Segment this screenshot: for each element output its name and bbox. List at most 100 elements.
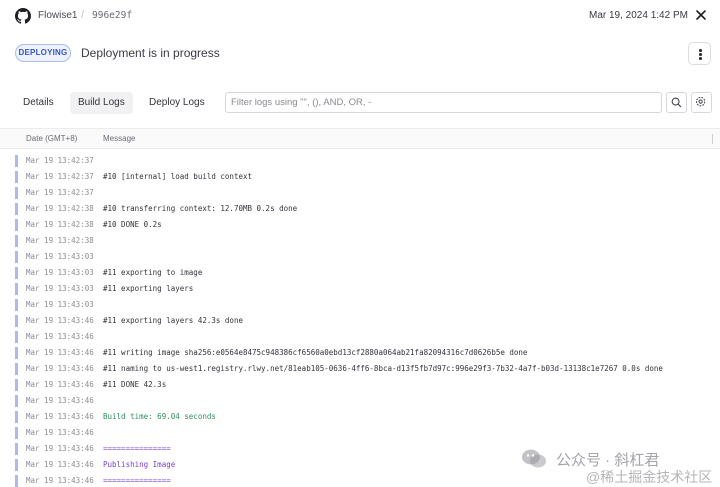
- log-date: Mar 19 13:42:38: [26, 204, 94, 213]
- column-resize-handle[interactable]: [712, 134, 713, 144]
- watermark-subtext: @稀土掘金技术社区: [586, 469, 713, 485]
- gear-icon: [695, 96, 706, 107]
- log-level-indicator: [15, 475, 18, 487]
- more-options-button[interactable]: [688, 42, 711, 65]
- log-row[interactable]: Mar 19 13:42:38: [0, 233, 720, 249]
- log-date: Mar 19 13:43:03: [26, 284, 94, 293]
- log-message: #11 writing image sha256:e0564e8475c9483…: [103, 348, 528, 357]
- log-row[interactable]: Mar 19 13:42:37: [0, 185, 720, 201]
- log-level-indicator: [15, 443, 18, 455]
- log-level-indicator: [15, 299, 18, 311]
- log-message: #11 DONE 42.3s: [103, 380, 167, 389]
- breadcrumb-separator: /: [81, 9, 85, 21]
- log-level-indicator: [15, 379, 18, 391]
- log-level-indicator: [15, 363, 18, 375]
- log-level-indicator: [15, 203, 18, 215]
- tab-deploy-logs[interactable]: Deploy Logs: [141, 92, 213, 114]
- log-date: Mar 19 13:43:46: [26, 348, 94, 357]
- log-date: Mar 19 13:42:38: [26, 236, 94, 245]
- log-row[interactable]: Mar 19 13:43:46 Build time: 69.04 seconds: [0, 409, 720, 425]
- log-row[interactable]: Mar 19 13:43:03: [0, 249, 720, 265]
- log-message: #11 exporting layers 42.3s done: [103, 316, 243, 325]
- log-message: #11 exporting layers: [103, 284, 194, 293]
- log-date: Mar 19 13:43:46: [26, 476, 94, 485]
- log-level-indicator: [15, 171, 18, 183]
- log-row[interactable]: Mar 19 13:42:38 #10 DONE 0.2s: [0, 217, 720, 233]
- log-list: Mar 19 13:42:37 Mar 19 13:42:37 #10 [inter…: [0, 153, 720, 487]
- log-row[interactable]: Mar 19 13:43:03 #11 exporting to image: [0, 265, 720, 281]
- log-message: Publishing Image: [103, 460, 176, 469]
- column-header-date[interactable]: Date (GMT+8): [26, 134, 77, 143]
- log-level-indicator: [15, 331, 18, 343]
- log-date: Mar 19 13:43:46: [26, 380, 94, 389]
- log-level-indicator: [15, 459, 18, 471]
- log-level-indicator: [15, 251, 18, 263]
- log-level-indicator: [15, 315, 18, 327]
- log-level-indicator: [15, 283, 18, 295]
- log-row[interactable]: Mar 19 13:42:37 #10 [internal] load build…: [0, 169, 720, 185]
- log-date: Mar 19 13:43:03: [26, 252, 94, 261]
- log-date: Mar 19 13:43:46: [26, 364, 94, 373]
- deployment-timestamp: Mar 19, 2024 1:42 PM: [589, 10, 688, 21]
- wechat-icon: [522, 449, 546, 468]
- log-level-indicator: [15, 155, 18, 167]
- log-date: Mar 19 13:43:46: [26, 428, 94, 437]
- top-bar: Flowise1 / 996e29f Mar 19, 2024 1:42 PM: [0, 0, 720, 34]
- tab-details[interactable]: Details: [15, 92, 62, 114]
- log-date: Mar 19 13:43:46: [26, 460, 94, 469]
- search-button[interactable]: [666, 92, 687, 113]
- log-date: Mar 19 13:43:46: [26, 444, 94, 453]
- log-date: Mar 19 13:43:03: [26, 300, 94, 309]
- log-message: #11 exporting to image: [103, 268, 203, 277]
- log-level-indicator: [15, 347, 18, 359]
- log-date: Mar 19 13:42:37: [26, 156, 94, 165]
- log-date: Mar 19 13:42:37: [26, 188, 94, 197]
- log-date: Mar 19 13:43:03: [26, 268, 94, 277]
- log-date: Mar 19 13:42:38: [26, 220, 94, 229]
- logs-table-header: Date (GMT+8) Message: [0, 128, 720, 149]
- log-row[interactable]: Mar 19 13:43:46 #11 DONE 42.3s: [0, 377, 720, 393]
- status-text: Deployment is in progress: [81, 46, 220, 60]
- column-header-message: Message: [103, 134, 136, 143]
- github-icon[interactable]: [15, 8, 31, 24]
- log-date: Mar 19 13:43:46: [26, 332, 94, 341]
- log-row[interactable]: Mar 19 13:43:03: [0, 297, 720, 313]
- project-name[interactable]: Flowise1: [38, 10, 77, 21]
- log-message: Build time: 69.04 seconds: [103, 412, 216, 421]
- log-date: Mar 19 13:42:37: [26, 172, 94, 181]
- status-badge: DEPLOYING: [15, 44, 71, 62]
- log-message: #10 DONE 0.2s: [103, 220, 162, 229]
- log-message: #10 [internal] load build context: [103, 172, 253, 181]
- more-vertical-icon: [699, 49, 702, 52]
- log-level-indicator: [15, 219, 18, 231]
- log-row[interactable]: Mar 19 13:42:38 #10 transferring context:…: [0, 201, 720, 217]
- log-message: #10 transferring context: 12.70MB 0.2s d…: [103, 204, 298, 213]
- log-row[interactable]: Mar 19 13:43:46: [0, 329, 720, 345]
- log-row[interactable]: Mar 19 13:43:46 #11 exporting layers 42.3…: [0, 313, 720, 329]
- search-icon: [671, 97, 682, 108]
- log-message: ===============: [103, 476, 171, 485]
- log-row[interactable]: Mar 19 13:43:46: [0, 425, 720, 441]
- log-row[interactable]: Mar 19 13:43:46: [0, 393, 720, 409]
- commit-hash[interactable]: 996e29f: [92, 10, 132, 21]
- log-level-indicator: [15, 187, 18, 199]
- log-message: ===============: [103, 444, 171, 453]
- filter-logs-input[interactable]: [225, 92, 662, 113]
- log-date: Mar 19 13:43:46: [26, 412, 94, 421]
- watermark: 公众号 · 斜杠君 @稀土掘金技术社区: [516, 443, 716, 487]
- log-level-indicator: [15, 235, 18, 247]
- tab-build-logs[interactable]: Build Logs: [70, 92, 133, 114]
- log-row[interactable]: Mar 19 13:43:03 #11 exporting layers: [0, 281, 720, 297]
- log-level-indicator: [15, 427, 18, 439]
- log-date: Mar 19 13:43:46: [26, 396, 94, 405]
- log-level-indicator: [15, 395, 18, 407]
- log-row[interactable]: Mar 19 13:43:46 #11 writing image sha256:…: [0, 345, 720, 361]
- log-date: Mar 19 13:43:46: [26, 316, 94, 325]
- log-message: #11 naming to us-west1.registry.rlwy.net…: [103, 364, 663, 373]
- log-level-indicator: [15, 267, 18, 279]
- close-icon[interactable]: [695, 9, 707, 21]
- log-row[interactable]: Mar 19 13:43:46 #11 naming to us-west1.re…: [0, 361, 720, 377]
- settings-button[interactable]: [691, 92, 712, 113]
- log-row[interactable]: Mar 19 13:42:37: [0, 153, 720, 169]
- log-level-indicator: [15, 411, 18, 423]
